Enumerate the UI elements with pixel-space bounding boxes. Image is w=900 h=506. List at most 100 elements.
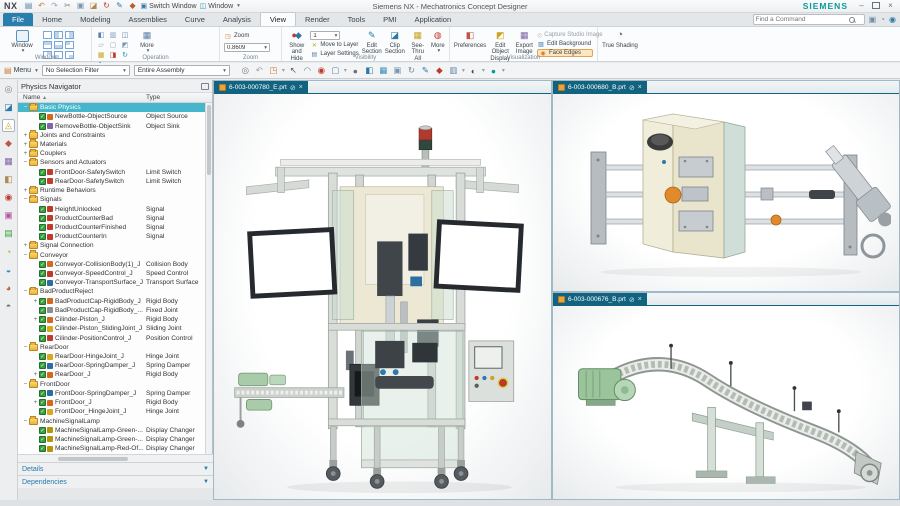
tree-row[interactable]: ✓ MachineSignalLamp-Green-... Display Chan… [18,426,206,435]
capture-studio-image-button[interactable]: ◎ Capture Studio Image [537,31,603,39]
tree-row[interactable]: ✓ BadProductCap-RigidBody_... Fixed Joint [18,306,206,315]
tab-home[interactable]: Home [33,13,71,26]
more-visibility-button[interactable]: ◍ More ▾ [431,29,445,55]
find-command-box[interactable] [752,14,865,25]
user-icon[interactable]: ◔ [880,15,885,24]
checkbox-icon[interactable]: ✓ [39,325,46,333]
brush-icon[interactable]: ✎ [420,65,431,76]
checkbox-icon[interactable]: ✓ [39,408,46,416]
main-3d-canvas[interactable] [214,94,551,499]
checkbox-icon[interactable]: ✓ [39,214,46,222]
refresh-icon[interactable]: ↻ [406,65,417,76]
tab-view[interactable]: View [259,12,296,26]
checkbox-icon[interactable]: ✓ [39,426,46,434]
menu-button[interactable]: ▤ Menu ▾ [4,66,38,75]
reuse-library-icon[interactable]: ◧ [2,173,15,186]
cut-icon[interactable]: ✂ [63,1,73,11]
edit-section-button[interactable]: ✎ Edit Section [362,29,382,56]
collapse-icon[interactable]: − [22,196,29,203]
constraint-navigator-icon[interactable]: ◆ [2,137,15,150]
window-button[interactable]: Window ▾ [4,29,40,55]
collapse-icon[interactable]: − [22,381,29,388]
tree-row[interactable]: + ✓ BadProductCap-RigidBody_J Rigid Body [18,297,206,306]
collapse-icon[interactable]: − [22,418,29,425]
tree-row[interactable]: ✓ NewBottle-ObjectSource Object Source [18,112,206,121]
tree-row[interactable]: + ✓ Cilinder-Piston_J Rigid Body [18,315,206,324]
pin-icon[interactable]: ⊘ [629,84,635,92]
layout-icon[interactable]: ◩ [120,41,130,49]
move-to-layer-button[interactable]: ✕ Move to Layer [310,41,359,49]
tree-horizontal-scrollbar[interactable] [18,454,213,462]
selection-icon[interactable]: ↖ [288,65,299,76]
materials-icon[interactable]: ◕ [2,281,15,294]
zoom-button[interactable]: ◳ Zoom [224,32,270,40]
sphere-icon[interactable]: ● [350,65,361,76]
repeat-icon[interactable]: ↻ [102,1,112,11]
hd3d-icon[interactable]: ◉ [2,191,15,204]
checkbox-icon[interactable]: ✓ [39,168,46,176]
viewport-tab-main[interactable]: 6-003-000780_E.prt ⊘ × [214,81,308,94]
tab-render[interactable]: Render [296,13,339,26]
roles-icon[interactable]: ◎ [2,83,15,96]
tree-row[interactable]: ✓ RearDoor-HingeJoint_J Hinge Joint [18,352,206,361]
tree-row[interactable]: ✓ ProductCounterBad Signal [18,214,206,223]
tree-row[interactable]: ✓ ProductCounterIn Signal [18,232,206,241]
checkbox-icon[interactable]: ✓ [39,316,46,324]
preferences-button[interactable]: ◧ Preferences [454,29,486,49]
tab-tools[interactable]: Tools [339,13,375,26]
new-window-icon[interactable]: ▱ [96,41,106,49]
tree-row[interactable]: ✓ RearDoor-SafetySwitch Limit Switch [18,177,206,186]
checkbox-icon[interactable]: ✓ [39,122,46,130]
tree-row[interactable]: − Basic Physics [18,103,206,113]
tree-row[interactable]: ✓ RemoveBottle-ObjectSink Object Sink [18,121,206,130]
tree-row[interactable]: + Joints and Constraints [18,130,206,140]
pin-icon[interactable]: ⊘ [290,84,296,92]
top-right-3d-canvas[interactable] [553,94,899,291]
checkbox-icon[interactable]: ✓ [39,445,46,453]
checkbox-icon[interactable]: ✓ [39,113,46,121]
copy-icon[interactable]: ▣ [76,1,86,11]
chevron-down-icon[interactable]: ▾ [502,67,505,74]
tree-row[interactable]: ✓ Conveyor-SpeedControl_J Speed Control [18,269,206,278]
tab-curve[interactable]: Curve [176,13,214,26]
snap-point-icon[interactable]: ◎ [240,65,251,76]
chevron-down-icon[interactable]: ▾ [482,67,485,74]
tree-row[interactable]: − FrontDoor [18,379,206,389]
close-icon[interactable]: × [638,296,642,303]
paint-icon[interactable]: ◆ [434,65,445,76]
clip-section-button[interactable]: ◪ Clip Section [385,29,405,56]
tree-row[interactable]: + Runtime Behaviors [18,185,206,195]
monitor-icon[interactable]: ▦ [378,65,389,76]
undo-icon[interactable]: ↶ [37,1,47,11]
paste-icon[interactable]: ◪ [89,1,99,11]
close-icon[interactable]: × [638,84,642,91]
split-icon[interactable]: ◫ [120,31,130,39]
collapse-icon[interactable]: − [22,104,29,111]
bottom-right-3d-canvas[interactable] [553,306,899,499]
assembly-navigator-icon[interactable]: ◪ [2,101,15,114]
checkbox-icon[interactable]: ✓ [39,362,46,370]
checkbox-icon[interactable]: ✓ [39,270,46,278]
tree-row[interactable]: ✓ Cilinder-PositionControl_J Position Cont… [18,333,206,342]
tree-row[interactable]: + Materials [18,139,206,149]
redo-icon[interactable]: ↷ [50,1,60,11]
collapse-icon[interactable]: − [22,252,29,259]
tree-row[interactable]: + Signal Connection [18,240,206,250]
switch-window-button[interactable]: ▣ Switch Window [141,2,197,11]
chevron-down-icon[interactable]: ▾ [344,67,347,74]
selection-filter-combo[interactable]: No Selection Filter ▾ [41,65,130,76]
tree-column-header[interactable]: Name ▲ Type [18,93,212,103]
tab-analysis[interactable]: Analysis [214,13,260,26]
tree-row[interactable]: ✓ FrontDoor-SpringDamper_J Spring Damper [18,389,206,398]
tree-row[interactable]: − Signals [18,194,206,204]
expand-icon[interactable]: + [22,187,29,194]
tree-row[interactable]: + Couplers [18,148,206,158]
grid-icon[interactable]: ▥ [448,65,459,76]
window-layout-icon[interactable] [43,31,52,39]
expand-icon[interactable]: + [32,298,39,305]
window-layout-icon[interactable] [65,41,74,49]
touch-icon[interactable]: ◓ [2,299,15,312]
checkbox-icon[interactable]: ✓ [39,306,46,314]
checkbox-icon[interactable]: ✓ [39,389,46,397]
checkbox-icon[interactable]: ✓ [39,223,46,231]
